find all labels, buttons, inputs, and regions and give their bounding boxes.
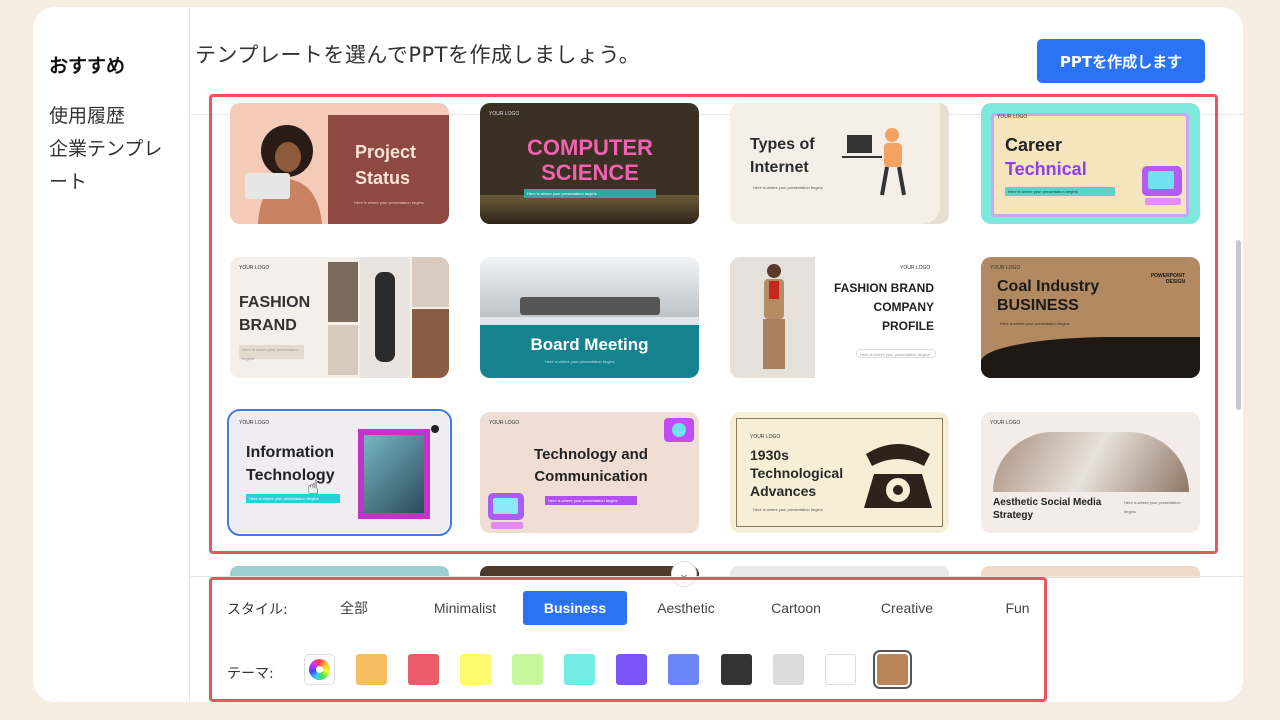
sidebar-item-history[interactable]: 使用履歴 bbox=[49, 100, 179, 133]
scrollbar[interactable] bbox=[1236, 240, 1241, 410]
sidebar: おすすめ 使用履歴 企業テンプレート bbox=[33, 7, 190, 702]
filter-highlight bbox=[209, 577, 1047, 702]
page-title: テンプレートを選んでPPTを作成しましょう。 bbox=[195, 43, 641, 67]
sidebar-item-company-templates[interactable]: 企業テンプレート bbox=[49, 133, 179, 199]
sidebar-item-recommended[interactable]: おすすめ bbox=[49, 50, 179, 83]
template-grid-highlight bbox=[209, 94, 1218, 554]
create-ppt-button[interactable]: PPTを作成します bbox=[1037, 39, 1205, 83]
